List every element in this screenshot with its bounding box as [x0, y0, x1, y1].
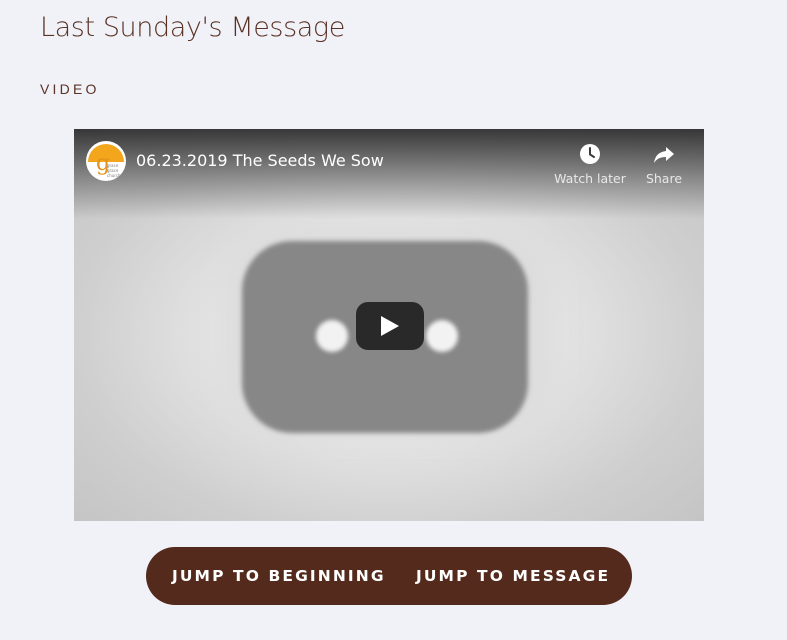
- thumbnail-dot-left: [316, 320, 348, 352]
- watch-later-label: Watch later: [554, 171, 626, 186]
- clock-icon: [580, 144, 600, 164]
- play-icon: [381, 316, 399, 336]
- video-title[interactable]: 06.23.2019 The Seeds We Sow: [136, 151, 384, 170]
- jump-button-group: JUMP TO BEGINNING JUMP TO MESSAGE: [146, 547, 632, 605]
- jump-to-beginning-button[interactable]: JUMP TO BEGINNING: [172, 547, 386, 605]
- share-arrow-icon: [654, 147, 674, 163]
- channel-avatar[interactable]: g grace grace church: [86, 141, 126, 181]
- watch-later-button[interactable]: Watch later: [550, 142, 630, 186]
- share-label: Share: [645, 171, 683, 186]
- page-title: Last Sunday's Message: [40, 12, 345, 43]
- jump-to-message-button[interactable]: JUMP TO MESSAGE: [416, 547, 610, 605]
- video-player[interactable]: g grace grace church 06.23.2019 The Seed…: [74, 129, 704, 521]
- share-button[interactable]: Share: [624, 142, 704, 186]
- channel-logo-text: grace grace church: [107, 163, 121, 178]
- play-button[interactable]: [356, 302, 424, 350]
- section-label: VIDEO: [40, 81, 100, 97]
- thumbnail-dot-right: [426, 320, 458, 352]
